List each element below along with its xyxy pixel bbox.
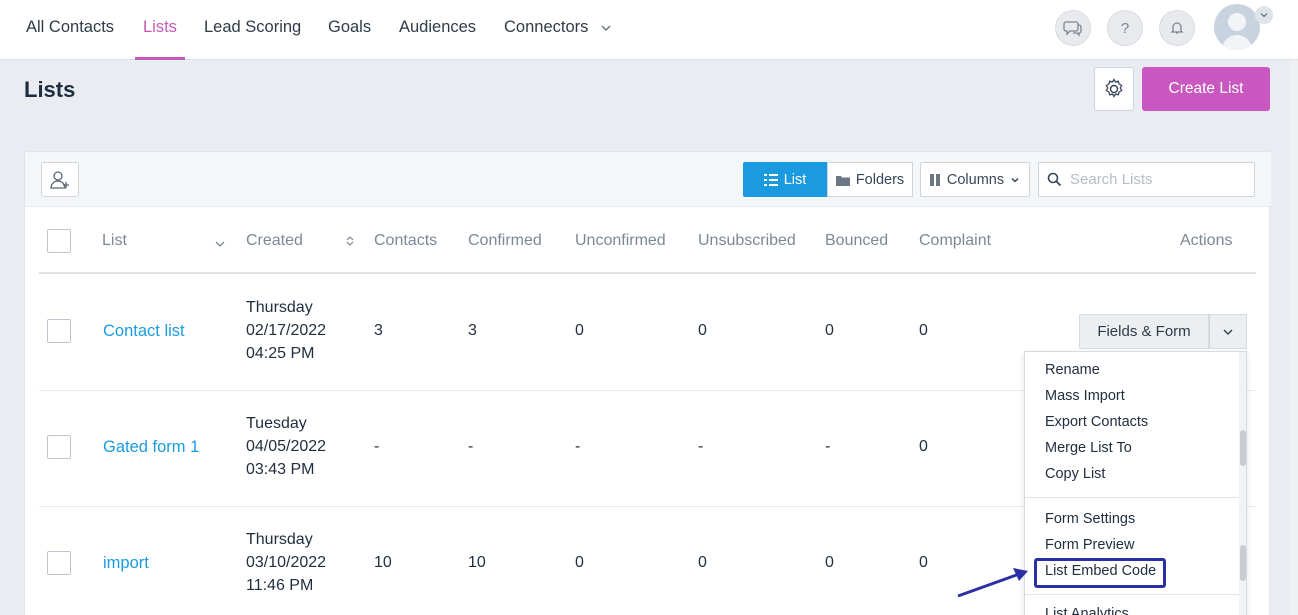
nav-goals[interactable]: Goals (328, 18, 371, 60)
header-unconfirmed: Unconfirmed (575, 232, 666, 249)
search-box[interactable] (1038, 162, 1255, 197)
menu-scrollbar-thumb[interactable] (1240, 545, 1246, 581)
view-folders-button[interactable]: Folders (827, 162, 913, 197)
view-list-label: List (783, 171, 807, 188)
top-nav: All Contacts Lists Lead Scoring Goals Au… (0, 0, 1298, 60)
folder-icon (835, 175, 850, 186)
help-glyph: ? (1120, 19, 1130, 37)
menu-divider (1025, 497, 1239, 498)
menu-merge-list[interactable]: Merge List To (1045, 440, 1132, 456)
nav-connectors[interactable]: Connectors (504, 18, 588, 60)
menu-list-analytics[interactable]: List Analytics (1045, 606, 1129, 615)
menu-scrollbar-thumb[interactable] (1240, 430, 1246, 466)
header-unsubscribed: Unsubscribed (698, 232, 796, 249)
chevron-down-icon[interactable] (598, 20, 614, 36)
select-all-checkbox[interactable] (47, 229, 71, 253)
bell-icon[interactable] (1159, 10, 1195, 46)
view-list-button[interactable]: List (743, 162, 827, 197)
confirmed-count: 3 (468, 322, 477, 339)
row-checkbox[interactable] (47, 435, 71, 459)
menu-export-contacts[interactable]: Export Contacts (1045, 414, 1148, 430)
row-checkbox[interactable] (47, 551, 71, 575)
page-scrollbar[interactable] (1290, 60, 1298, 615)
toolbar: List Folders Columns (25, 152, 1271, 207)
nav-lists[interactable]: Lists (135, 18, 185, 60)
list-name-link[interactable]: Gated form 1 (103, 438, 199, 457)
avatar[interactable] (1214, 4, 1260, 50)
nav-audiences[interactable]: Audiences (399, 18, 476, 60)
sort-down-icon[interactable] (214, 238, 226, 250)
create-list-button[interactable]: Create List (1142, 67, 1270, 111)
list-icon (763, 173, 778, 186)
bounced-count: 0 (825, 322, 834, 339)
nav-all-contacts[interactable]: All Contacts (26, 18, 114, 60)
columns-icon (929, 173, 940, 186)
unconfirmed-count: 0 (575, 322, 584, 339)
list-name-link[interactable]: Contact list (103, 322, 185, 341)
header-created[interactable]: Created (246, 232, 303, 250)
actions-dropdown-toggle[interactable] (1209, 314, 1247, 349)
created-day-date: 04/05/2022 (246, 438, 327, 455)
menu-mass-import[interactable]: Mass Import (1045, 388, 1125, 404)
header-divider (39, 272, 1256, 274)
created-time: 04:25 PM (246, 345, 315, 362)
complaint-count: 0 (919, 322, 928, 339)
unconfirmed-count: - (575, 438, 581, 455)
header-list[interactable]: List (102, 232, 127, 250)
row-checkbox[interactable] (47, 319, 71, 343)
view-folders-label: Folders (855, 171, 905, 188)
nav-lead-scoring[interactable]: Lead Scoring (204, 18, 301, 60)
unsubscribed-count: 0 (698, 554, 707, 571)
created-day: Thursday (246, 531, 313, 548)
header-bounced: Bounced (825, 232, 889, 249)
header-confirmed: Confirmed (468, 232, 542, 249)
add-contact-icon[interactable] (41, 162, 79, 197)
created-day-date: 02/17/2022 (246, 322, 327, 339)
created-date: Tuesday 04/05/2022 03:43 PM (246, 412, 326, 481)
menu-copy-list[interactable]: Copy List (1045, 466, 1105, 482)
columns-button[interactable]: Columns (920, 162, 1030, 197)
header-actions: Actions (1180, 232, 1233, 249)
fields-form-button[interactable]: Fields & Form (1079, 314, 1209, 349)
created-day: Thursday (246, 299, 313, 316)
chevron-down-icon (1223, 328, 1233, 335)
header-complaint: Complaint (919, 232, 992, 249)
bounced-count: 0 (825, 554, 834, 571)
arrow-icon (957, 568, 1028, 598)
contacts-count: - (374, 438, 380, 455)
help-icon[interactable]: ? (1107, 10, 1143, 46)
created-time: 03:43 PM (246, 461, 315, 478)
created-day: Tuesday (246, 415, 307, 432)
menu-form-preview[interactable]: Form Preview (1045, 537, 1134, 553)
complaint-count: 0 (919, 438, 928, 455)
unsubscribed-count: - (698, 438, 704, 455)
unsubscribed-count: 0 (698, 322, 707, 339)
unconfirmed-count: 0 (575, 554, 584, 571)
gear-icon[interactable] (1094, 67, 1134, 111)
contacts-count: 3 (374, 322, 383, 339)
search-input[interactable] (1070, 171, 1240, 188)
highlight-box (1034, 558, 1166, 588)
chat-icon[interactable] (1055, 10, 1091, 46)
list-name-link[interactable]: import (103, 554, 149, 573)
avatar-chevron-icon[interactable] (1255, 6, 1273, 24)
columns-label: Columns (946, 171, 1005, 188)
confirmed-count: 10 (468, 554, 486, 571)
sort-icon[interactable] (344, 235, 356, 247)
header-contacts: Contacts (374, 232, 438, 249)
created-time: 11:46 PM (246, 577, 314, 594)
created-day-date: 03/10/2022 (246, 554, 327, 571)
page-title: Lists (24, 77, 76, 102)
bounced-count: - (825, 438, 831, 455)
menu-rename[interactable]: Rename (1045, 362, 1100, 378)
search-icon (1047, 172, 1062, 187)
menu-divider (1025, 594, 1239, 595)
created-date: Thursday 03/10/2022 11:46 PM (246, 528, 326, 597)
complaint-count: 0 (919, 554, 928, 571)
menu-form-settings[interactable]: Form Settings (1045, 511, 1135, 527)
confirmed-count: - (468, 438, 474, 455)
created-date: Thursday 02/17/2022 04:25 PM (246, 296, 326, 365)
contacts-count: 10 (374, 554, 392, 571)
chevron-down-icon (1011, 177, 1019, 183)
